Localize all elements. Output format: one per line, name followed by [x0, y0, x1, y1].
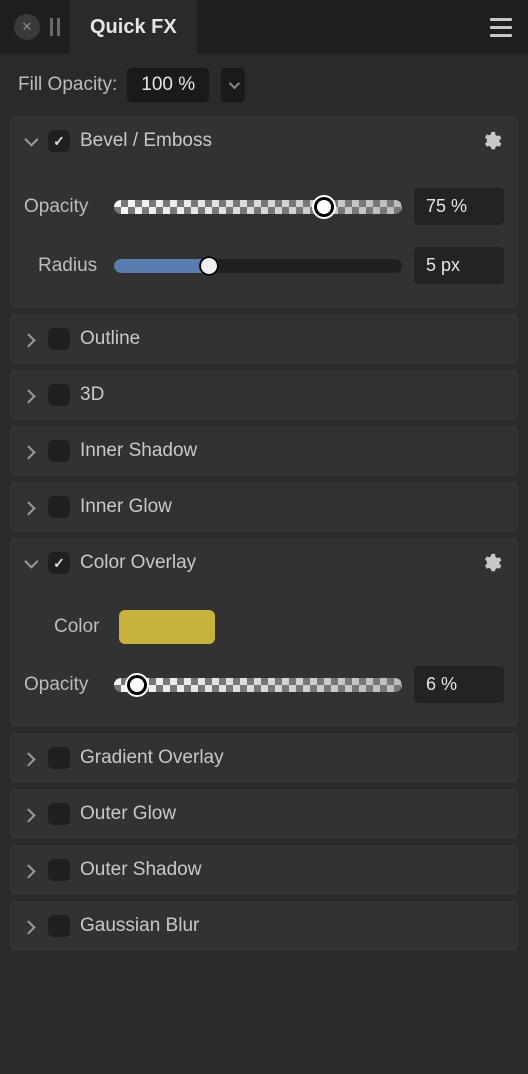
bevel-opacity-row: Opacity 75 % [24, 188, 504, 225]
bevel-opacity-slider[interactable] [114, 199, 402, 215]
bevel-radius-slider[interactable] [114, 258, 402, 274]
fill-opacity-value[interactable]: 100 % [127, 68, 209, 102]
checkbox-bevel[interactable] [48, 130, 70, 152]
slider-thumb[interactable] [130, 678, 144, 692]
section-gaussian-blur: Gaussian Blur [10, 901, 518, 951]
chevron-right-icon[interactable] [22, 865, 38, 875]
bevel-radius-row: Radius 5 px [24, 247, 504, 284]
effect-label-outer-shadow: Outer Shadow [80, 859, 506, 881]
section-header-gradient-overlay[interactable]: Gradient Overlay [10, 733, 518, 783]
chevron-down-icon[interactable] [22, 136, 38, 146]
effect-label-gradient-overlay: Gradient Overlay [80, 747, 506, 769]
section-outline: Outline [10, 314, 518, 364]
checkbox-inner-shadow[interactable] [48, 440, 70, 462]
effects-list: Bevel / Emboss Opacity 75 % Radius [0, 116, 528, 1074]
section-inner-glow: Inner Glow [10, 482, 518, 532]
checkbox-outer-shadow[interactable] [48, 859, 70, 881]
section-header-bevel[interactable]: Bevel / Emboss [10, 116, 518, 166]
section-header-outer-glow[interactable]: Outer Glow [10, 789, 518, 839]
fill-opacity-dropdown[interactable] [221, 68, 245, 102]
checkbox-3d[interactable] [48, 384, 70, 406]
close-icon[interactable] [14, 14, 40, 40]
color-swatch[interactable] [119, 610, 215, 644]
chevron-right-icon[interactable] [22, 753, 38, 763]
effect-label-outer-glow: Outer Glow [80, 803, 506, 825]
chevron-right-icon[interactable] [22, 334, 38, 344]
topbar: Quick FX [0, 0, 528, 54]
fill-opacity-row: Fill Opacity: 100 % [0, 54, 528, 116]
effect-label-gaussian-blur: Gaussian Blur [80, 915, 506, 937]
menu-icon[interactable] [490, 18, 512, 37]
color-overlay-opacity-slider[interactable] [114, 677, 402, 693]
checkbox-outline[interactable] [48, 328, 70, 350]
color-overlay-opacity-label: Opacity [24, 674, 102, 696]
color-overlay-opacity-row: Opacity 6 % [24, 666, 504, 703]
slider-thumb[interactable] [199, 256, 219, 276]
effect-label-inner-glow: Inner Glow [80, 496, 506, 518]
chevron-down-icon[interactable] [22, 558, 38, 568]
checkbox-color-overlay[interactable] [48, 552, 70, 574]
bevel-radius-value[interactable]: 5 px [414, 247, 504, 284]
color-overlay-color-row: Color [24, 610, 504, 644]
section-inner-shadow: Inner Shadow [10, 426, 518, 476]
chevron-right-icon[interactable] [22, 390, 38, 400]
section-color-overlay: Color Overlay Color Opacity 6 % [10, 538, 518, 727]
chevron-right-icon[interactable] [22, 809, 38, 819]
slider-thumb[interactable] [317, 200, 331, 214]
bevel-radius-label: Radius [24, 255, 102, 277]
checkbox-outer-glow[interactable] [48, 803, 70, 825]
section-gradient-overlay: Gradient Overlay [10, 733, 518, 783]
effect-label-bevel: Bevel / Emboss [80, 130, 470, 152]
collapse-icon[interactable] [50, 18, 60, 36]
effect-label-outline: Outline [80, 328, 506, 350]
chevron-right-icon[interactable] [22, 446, 38, 456]
bevel-opacity-label: Opacity [24, 196, 102, 218]
chevron-right-icon[interactable] [22, 921, 38, 931]
effect-label-inner-shadow: Inner Shadow [80, 440, 506, 462]
color-overlay-opacity-value[interactable]: 6 % [414, 666, 504, 703]
effect-label-color-overlay: Color Overlay [80, 552, 470, 574]
section-bevel-emboss: Bevel / Emboss Opacity 75 % Radius [10, 116, 518, 308]
gear-icon[interactable] [480, 552, 502, 574]
section-header-outer-shadow[interactable]: Outer Shadow [10, 845, 518, 895]
section-header-outline[interactable]: Outline [10, 314, 518, 364]
section-header-gaussian-blur[interactable]: Gaussian Blur [10, 901, 518, 951]
section-outer-shadow: Outer Shadow [10, 845, 518, 895]
fill-opacity-label: Fill Opacity: [18, 74, 117, 96]
gear-icon[interactable] [480, 130, 502, 152]
section-outer-glow: Outer Glow [10, 789, 518, 839]
quick-fx-panel: Quick FX Fill Opacity: 100 % Bevel / Emb… [0, 0, 528, 1074]
tab-quick-fx[interactable]: Quick FX [70, 0, 197, 54]
checkbox-inner-glow[interactable] [48, 496, 70, 518]
section-header-color-overlay[interactable]: Color Overlay [10, 538, 518, 588]
bevel-opacity-value[interactable]: 75 % [414, 188, 504, 225]
checkbox-gaussian-blur[interactable] [48, 915, 70, 937]
effect-label-3d: 3D [80, 384, 506, 406]
checkbox-gradient-overlay[interactable] [48, 747, 70, 769]
section-3d: 3D [10, 370, 518, 420]
chevron-right-icon[interactable] [22, 502, 38, 512]
color-overlay-color-label: Color [54, 616, 99, 638]
section-header-inner-glow[interactable]: Inner Glow [10, 482, 518, 532]
section-header-3d[interactable]: 3D [10, 370, 518, 420]
section-header-inner-shadow[interactable]: Inner Shadow [10, 426, 518, 476]
